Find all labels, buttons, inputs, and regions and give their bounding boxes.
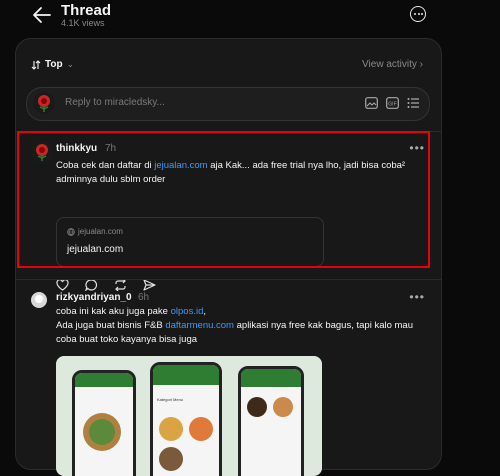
text-segment: Ada juga buat bisnis F&B bbox=[56, 320, 166, 331]
list-icon[interactable] bbox=[407, 97, 420, 109]
sort-icon bbox=[31, 59, 41, 70]
thread-header: Thread 4.1K views bbox=[0, 0, 500, 34]
image-icon[interactable] bbox=[365, 97, 378, 109]
phone-mockup: Kategori Menu bbox=[150, 362, 222, 476]
avatar bbox=[33, 92, 55, 114]
phone-mockup bbox=[72, 370, 136, 476]
post-actions bbox=[56, 279, 156, 293]
view-activity-link[interactable]: View activity › bbox=[362, 59, 423, 70]
chevron-down-icon: ⌄ bbox=[66, 59, 75, 69]
like-icon[interactable] bbox=[56, 279, 69, 291]
post-link[interactable]: olpos.id bbox=[171, 306, 204, 317]
more-options-icon[interactable] bbox=[410, 6, 426, 22]
post-text: coba ini kak aku juga pake olpos.id, Ada… bbox=[56, 305, 426, 347]
reply-box: GIF bbox=[26, 87, 430, 121]
view-activity-label: View activity bbox=[362, 59, 417, 70]
back-arrow-icon[interactable] bbox=[32, 6, 52, 24]
phone-mockup bbox=[238, 366, 304, 476]
view-count: 4.1K views bbox=[61, 18, 105, 28]
repost-icon[interactable] bbox=[114, 279, 127, 291]
image-caption: Kategori Menu bbox=[157, 397, 184, 402]
share-icon[interactable] bbox=[143, 279, 156, 291]
comment-icon[interactable] bbox=[85, 279, 98, 291]
highlight-box bbox=[17, 131, 430, 268]
post-time: 6h bbox=[138, 292, 150, 303]
reply-input[interactable] bbox=[63, 96, 317, 109]
gif-icon[interactable]: GIF bbox=[386, 97, 399, 109]
divider bbox=[16, 279, 441, 280]
text-segment: coba ini kak aku juga pake bbox=[56, 306, 171, 317]
post-image[interactable]: Kategori Menu bbox=[56, 356, 322, 476]
sort-dropdown[interactable]: Top ⌄ bbox=[31, 59, 74, 70]
more-icon[interactable]: ••• bbox=[409, 290, 425, 304]
text-line: coba ini kak aku juga pake olpos.id, bbox=[56, 305, 426, 319]
username[interactable]: rizkyandriyan_0 bbox=[56, 292, 132, 303]
avatar bbox=[31, 292, 47, 308]
sort-label: Top bbox=[45, 59, 63, 70]
page-title: Thread bbox=[61, 2, 112, 19]
svg-text:GIF: GIF bbox=[388, 102, 396, 108]
text-segment: , bbox=[203, 306, 206, 317]
post-link[interactable]: daftarmenu.com bbox=[165, 320, 234, 331]
text-line: Ada juga buat bisnis F&B daftarmenu.com … bbox=[56, 319, 426, 347]
